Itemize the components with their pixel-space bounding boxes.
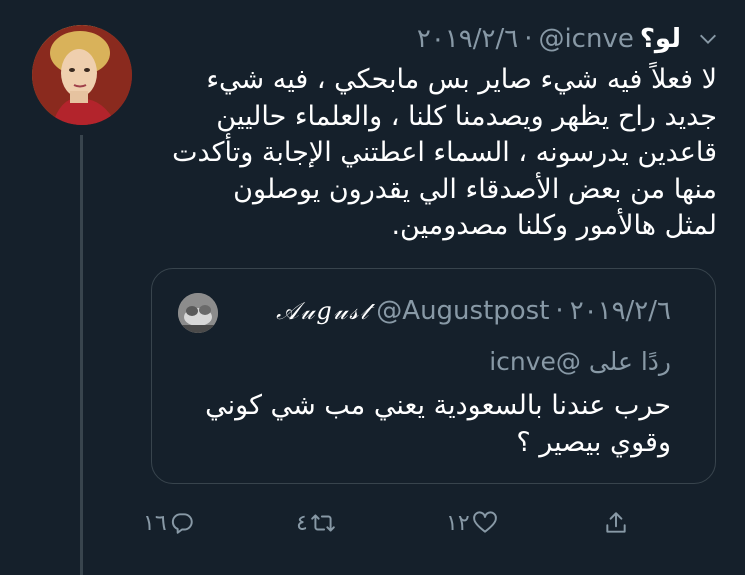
tweet-date[interactable]: ٢٠١٩/٢/٦ — [417, 24, 518, 54]
tweet-text: لا فعلاً فيه شيء صاير بس مابحكي ، فيه شي… — [152, 62, 717, 245]
quoted-reply-context: ردًا على @icnve — [489, 347, 671, 381]
quoted-tweet[interactable]: 𝒜𝓊𝑔𝓊𝓈𝓉 @Augustpost · ٢٠١٩/٢/٦ ردًا على @… — [151, 268, 716, 484]
quoted-header: 𝒜𝓊𝑔𝓊𝓈𝓉 @Augustpost · ٢٠١٩/٢/٦ — [276, 293, 671, 329]
chevron-down-icon[interactable] — [697, 28, 719, 50]
quoted-author-avatar — [178, 293, 218, 333]
quoted-date: ٢٠١٩/٢/٦ — [569, 296, 671, 326]
author-name[interactable]: لو؟ — [640, 24, 681, 54]
reply-icon — [171, 513, 193, 534]
quoted-text: حرب عندنا بالسعودية يعني مب شي كوني وقوي… — [191, 387, 671, 461]
retweet-button[interactable]: ٤ — [296, 505, 336, 541]
tweet-text-line: منها من بعض الأصدقاء الي يقدرون يوصلون — [233, 173, 717, 205]
author-avatar[interactable] — [32, 25, 132, 125]
share-button[interactable] — [603, 505, 629, 541]
retweet-icon — [311, 514, 335, 532]
reply-button[interactable]: ١٦ — [143, 505, 195, 541]
author-handle[interactable]: @icnve — [538, 24, 633, 54]
heart-icon — [472, 511, 497, 533]
reply-to-handle: @icnve — [489, 347, 581, 376]
reply-prefix: ردًا على — [588, 347, 671, 376]
like-button[interactable]: ١٢ — [446, 505, 498, 541]
reply-count: ١٦ — [143, 510, 167, 536]
tweet-text-line: جديد راح يظهر ويصدمنا كلنا ، والعلماء حا… — [216, 100, 717, 132]
quoted-author-handle: @Augustpost — [376, 296, 550, 326]
quoted-author-name: 𝒜𝓊𝑔𝓊𝓈𝓉 — [276, 297, 371, 325]
tweet-header: ٢٠١٩/٢/٦ · @icnve لو؟ — [417, 22, 681, 56]
quoted-header-separator: · — [555, 296, 564, 326]
tweet-text-line: قاعدين يدرسونه ، السماء اعطتني الإجابة و… — [172, 137, 717, 168]
like-count: ١٢ — [446, 510, 470, 536]
share-icon — [606, 512, 626, 533]
retweet-count: ٤ — [296, 510, 308, 536]
tweet-text-line: لمثل هالأمور وكلنا مصدومين. — [391, 210, 717, 241]
tweet-text-line: لا فعلاً فيه شيء صاير بس مابحكي ، فيه شي… — [206, 64, 717, 95]
tweet-actions: ١٦ ٤ ١٢ — [0, 505, 745, 545]
avatar-image — [32, 25, 132, 125]
header-separator: · — [524, 24, 533, 54]
quoted-text-line: حرب عندنا بالسعودية يعني مب شي كوني — [205, 390, 671, 421]
quoted-text-line: وقوي بيصير ؟ — [516, 427, 671, 458]
